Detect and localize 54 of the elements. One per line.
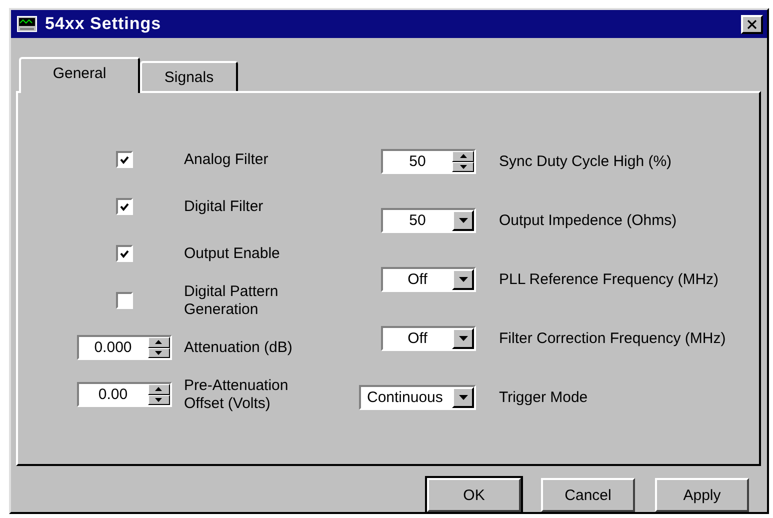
field-label: PLL Reference Frequency (MHz) (499, 270, 720, 288)
close-button[interactable] (741, 14, 763, 34)
window-title: 54xx Settings (45, 14, 162, 34)
down-arrow-icon (460, 164, 466, 169)
caret-icon (458, 336, 468, 341)
dialog-button[interactable]: Apply (655, 478, 749, 512)
tab[interactable]: General (19, 57, 140, 93)
dropdown[interactable]: Off (381, 267, 476, 292)
checkbox[interactable] (116, 151, 132, 168)
field-label: Attenuation (dB) (184, 338, 294, 356)
checkmark-icon (120, 156, 128, 164)
spin-down-button[interactable] (148, 394, 170, 405)
close-icon (747, 20, 757, 28)
checkbox[interactable] (116, 245, 132, 262)
up-arrow-icon (155, 387, 162, 392)
tab[interactable]: Signals (140, 61, 238, 91)
up-arrow-icon (155, 340, 162, 344)
field-label: Digital Pattern Generation (184, 282, 280, 318)
dropdown[interactable]: Off (381, 326, 476, 351)
field-label: Output Impedence (Ohms) (499, 212, 678, 230)
field-label: Output Enable (184, 244, 281, 262)
field-label: Pre-Attenuation Offset (Volts) (184, 376, 290, 412)
dropdown-button[interactable] (452, 328, 474, 349)
dropdown-button[interactable] (452, 210, 474, 231)
dialog-button[interactable]: OK (427, 478, 521, 512)
spin-up-button[interactable] (452, 151, 474, 162)
field-label: Filter Correction Frequency (MHz) (499, 330, 726, 348)
spin-field[interactable]: 50 (381, 149, 476, 174)
spin-down-button[interactable] (452, 162, 474, 172)
field-label: Digital Filter (184, 198, 264, 216)
monitor-icon (17, 16, 37, 32)
spin-up-button[interactable] (148, 384, 170, 394)
field-label: Trigger Mode (499, 388, 589, 406)
down-arrow-icon (155, 350, 162, 355)
dropdown-button[interactable] (452, 269, 474, 290)
checkbox[interactable] (116, 292, 132, 309)
checkmark-icon (120, 202, 128, 210)
caret-icon (458, 218, 468, 223)
caret-icon (458, 277, 468, 282)
dropdown-button[interactable] (452, 387, 474, 408)
dialog-button[interactable]: Cancel (541, 478, 635, 512)
field-label: Sync Duty Cycle High (%) (499, 152, 673, 170)
up-arrow-icon (460, 154, 466, 158)
dropdown[interactable]: Continuous (359, 385, 476, 410)
down-arrow-icon (155, 398, 162, 402)
spin-up-button[interactable] (148, 337, 170, 348)
field-label: Analog Filter (184, 150, 270, 168)
spin-field[interactable]: 0.000 (76, 335, 172, 360)
dropdown[interactable]: 50 (381, 208, 476, 233)
checkmark-icon (120, 250, 128, 258)
checkbox[interactable] (116, 198, 132, 215)
caret-icon (458, 395, 468, 400)
spin-down-button[interactable] (148, 348, 170, 358)
spin-field[interactable]: 0.00 (76, 382, 172, 407)
